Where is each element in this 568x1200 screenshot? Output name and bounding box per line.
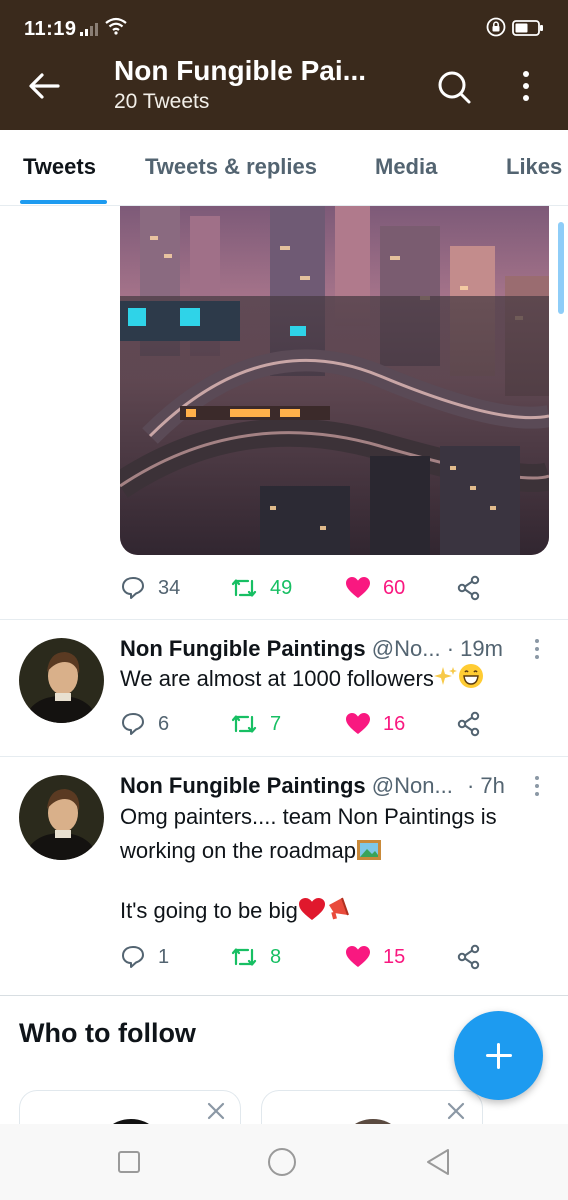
tweet-item[interactable]: Non Fungible Paintings @No... · 19m We a… xyxy=(0,620,568,756)
retweet-count: 7 xyxy=(270,712,282,735)
back-triangle-icon[interactable] xyxy=(422,1146,454,1178)
share-icon xyxy=(457,944,480,970)
profile-title: Non Fungible Pai... xyxy=(114,55,366,86)
status-time: 11:19 xyxy=(24,18,77,40)
retweet-button[interactable]: 7 xyxy=(230,706,281,742)
tweet-actions: 6 7 16 xyxy=(120,706,540,742)
retweet-icon xyxy=(231,948,257,966)
tweet-text-line: Omg painters.... team Non Paintings is xyxy=(120,804,497,829)
heart-filled-icon xyxy=(346,577,370,598)
retweet-count: 49 xyxy=(270,576,293,599)
red-heart-icon xyxy=(298,898,325,920)
grinning-face-icon xyxy=(458,664,483,688)
author-handle: @Non... xyxy=(371,773,453,798)
avatar[interactable] xyxy=(19,775,104,860)
scrollbar-thumb[interactable] xyxy=(558,222,564,314)
avatar[interactable] xyxy=(19,638,104,723)
tweet-count: 20 Tweets xyxy=(114,90,210,113)
author-name[interactable]: Non Fungible Paintings xyxy=(120,773,366,798)
heart-filled-icon xyxy=(346,946,370,967)
tab-media[interactable]: Media xyxy=(375,154,437,180)
tab-tweets[interactable]: Tweets xyxy=(23,154,96,180)
like-button[interactable]: 16 xyxy=(345,706,405,742)
reply-count: 6 xyxy=(158,712,170,735)
signal-icon xyxy=(80,23,98,36)
tab-tweets-replies[interactable]: Tweets & replies xyxy=(145,154,317,180)
battery-icon xyxy=(512,20,543,36)
tweet-text: We are almost at 1000 followers xyxy=(120,662,540,696)
share-icon xyxy=(457,575,480,601)
share-button[interactable] xyxy=(456,706,494,742)
sparkles-icon xyxy=(433,667,457,685)
like-count: 16 xyxy=(383,712,406,735)
back-arrow-icon[interactable] xyxy=(24,68,64,104)
tweet-item[interactable]: Non Fungible Paintings @Non... · 7h Omg … xyxy=(0,757,568,995)
tweet-header: Non Fungible Paintings @No... · 19m xyxy=(120,634,530,664)
author-handle: @No... xyxy=(371,636,441,661)
reply-count: 1 xyxy=(158,945,170,968)
retweet-button[interactable]: 8 xyxy=(230,939,281,975)
reply-button[interactable]: 6 xyxy=(120,706,169,742)
plus-icon-stroke xyxy=(497,1043,500,1069)
tweet-header: Non Fungible Paintings @Non... · 7h xyxy=(120,771,530,801)
tweet-text-content: We are almost at 1000 followers xyxy=(120,666,434,691)
status-bar: 11:19 xyxy=(0,0,568,52)
who-to-follow-heading: Who to follow xyxy=(19,1018,196,1048)
close-icon[interactable] xyxy=(446,1101,466,1121)
portrait-avatar-image xyxy=(19,775,104,860)
tweet-media-image[interactable] xyxy=(120,206,549,555)
close-icon[interactable] xyxy=(206,1101,226,1121)
tweet-time: · 19m xyxy=(446,636,503,661)
tweet-text-line: working on the roadmap xyxy=(120,838,357,863)
heart-filled-icon xyxy=(346,713,370,734)
home-circle-icon[interactable] xyxy=(266,1146,298,1178)
cityscape-painting xyxy=(120,206,549,555)
share-button[interactable] xyxy=(456,570,494,606)
like-count: 60 xyxy=(383,576,406,599)
search-icon[interactable] xyxy=(435,68,473,106)
share-button[interactable] xyxy=(456,939,494,975)
reply-icon xyxy=(122,713,144,735)
retweet-count: 8 xyxy=(270,945,282,968)
tweet-more-icon[interactable] xyxy=(530,637,544,661)
tweet-more-icon[interactable] xyxy=(530,774,544,798)
top-tweet-actions: 34 49 60 xyxy=(120,570,540,606)
tweet-text-line: It's going to be big xyxy=(120,898,298,923)
reply-button[interactable]: 1 xyxy=(120,939,169,975)
reply-icon xyxy=(122,946,144,968)
like-count: 15 xyxy=(383,945,406,968)
app-header: 11:19 Non Fungible Pai... 20 Tweets xyxy=(0,0,568,130)
like-button[interactable]: 15 xyxy=(345,939,405,975)
retweet-icon xyxy=(231,715,257,733)
tweet-text-line-with-emoji: It's going to be big xyxy=(120,894,540,928)
like-button[interactable]: 60 xyxy=(345,570,405,606)
portrait-avatar-image xyxy=(19,638,104,723)
reply-button[interactable]: 34 xyxy=(120,570,180,606)
compose-tweet-button[interactable] xyxy=(454,1011,543,1100)
tweet-actions: 1 8 15 xyxy=(120,939,540,975)
megaphone-icon xyxy=(328,897,349,920)
tab-likes[interactable]: Likes xyxy=(506,154,562,180)
more-vertical-icon[interactable] xyxy=(514,66,538,106)
tweet-text: Omg painters.... team Non Paintings is w… xyxy=(120,800,540,928)
share-icon xyxy=(457,711,480,737)
lock-rotation-icon xyxy=(486,17,506,37)
tweet-time: · 7h xyxy=(466,773,505,798)
tweet-text-line-with-emoji: working on the roadmap xyxy=(120,834,540,868)
reply-icon xyxy=(122,577,144,599)
header-title-block: Non Fungible Pai... 20 Tweets xyxy=(114,54,414,116)
retweet-button[interactable]: 49 xyxy=(230,570,292,606)
author-name[interactable]: Non Fungible Paintings xyxy=(120,636,366,661)
active-tab-indicator xyxy=(20,200,107,204)
section-divider xyxy=(0,995,568,996)
system-navigation-bar xyxy=(0,1124,568,1200)
retweet-icon xyxy=(231,579,257,597)
profile-tabs: Tweets Tweets & replies Media Likes xyxy=(0,130,568,206)
framed-picture-icon xyxy=(357,840,382,860)
recent-apps-square-icon[interactable] xyxy=(113,1146,145,1178)
wifi-icon xyxy=(105,17,127,35)
reply-count: 34 xyxy=(158,576,181,599)
